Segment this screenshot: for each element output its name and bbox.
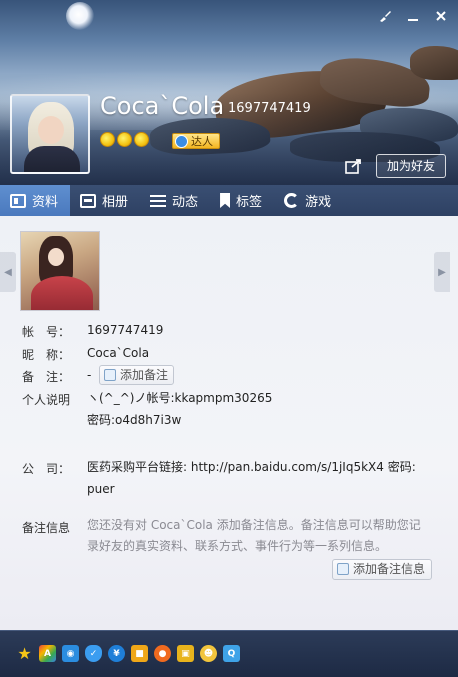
pet-icon[interactable]: ☻: [200, 645, 217, 662]
profile-nickname: Coca`Cola: [100, 92, 225, 120]
level-suns[interactable]: [100, 132, 149, 147]
expert-badge[interactable]: 达人: [172, 133, 220, 149]
profile-banner: Coca`Cola 1697747419 达人 加为好友: [0, 0, 458, 185]
badge-label: 达人: [191, 135, 213, 148]
share-button[interactable]: [343, 155, 365, 177]
account-value: 1697747419: [87, 323, 164, 337]
sun-icon: [117, 132, 132, 147]
add-note-button[interactable]: 添加备注信息: [332, 559, 433, 580]
share-icon: [345, 159, 361, 174]
nickname-value: Coca`Cola: [87, 346, 150, 360]
remark-value: -: [87, 368, 92, 382]
bottom-toolbar: ★ A ◉ ✓ ¥ ■ ● ▣ ☻ Q: [0, 630, 458, 677]
star-icon[interactable]: ★: [16, 644, 33, 663]
minimize-button[interactable]: [402, 6, 424, 26]
camera-icon[interactable]: ◉: [62, 645, 79, 662]
company-label: 公 司：: [22, 462, 71, 476]
app-icon[interactable]: A: [39, 645, 56, 662]
album-icon: [80, 193, 97, 208]
sun-icon: [100, 132, 115, 147]
signature-label: 个人说明: [22, 393, 71, 407]
tab-feed[interactable]: 动态: [140, 185, 210, 216]
tab-games[interactable]: 游戏: [274, 185, 343, 216]
company-value: 医药采购平台链接: http://pan.baidu.com/s/1jIq5kX…: [87, 460, 416, 496]
qq-show-icon[interactable]: Q: [223, 645, 240, 662]
profile-photo[interactable]: [20, 231, 100, 311]
orange-circle-icon[interactable]: ●: [154, 645, 171, 662]
account-label: 帐 号：: [22, 325, 71, 339]
prev-arrow-icon[interactable]: ◀: [0, 252, 16, 292]
qq-number: 1697747419: [228, 101, 311, 116]
add-friend-button[interactable]: 加为好友: [376, 154, 446, 178]
note-label: 备注信息: [22, 521, 71, 535]
profile-card-icon: [10, 193, 26, 208]
window-controls: [374, 6, 452, 26]
tab-profile[interactable]: 资料: [0, 185, 71, 216]
nickname-label: 昵 称：: [22, 348, 71, 362]
app-icons: ★ A ◉ ✓ ¥ ■ ● ▣ ☻ Q: [16, 644, 240, 663]
add-remark-button[interactable]: 添加备注: [99, 365, 175, 385]
profile-tabs: 资料 相册 动态 标签 游戏: [0, 185, 458, 216]
signature-value: ヽ(^_^)ノ帐号:kkapmpm30265 密码:o4d8h7i3w: [87, 391, 273, 427]
gift-icon[interactable]: ▣: [177, 645, 194, 662]
sun-icon: [134, 132, 149, 147]
feed-icon: [150, 194, 167, 208]
skin-brush-icon[interactable]: [374, 6, 396, 26]
game-icon: [284, 193, 300, 208]
profile-content: ◀ ▶ 帐 号： 1697747419 昵 称： Coca`Cola 备 注： …: [0, 216, 458, 630]
edit-icon: [104, 369, 116, 381]
avatar[interactable]: [10, 94, 90, 174]
close-button[interactable]: [430, 6, 452, 26]
book-icon[interactable]: ■: [131, 645, 148, 662]
tag-icon: [220, 193, 231, 208]
edit-icon: [337, 563, 349, 575]
badge-icon: [175, 135, 188, 148]
tab-tags[interactable]: 标签: [210, 185, 274, 216]
next-arrow-icon[interactable]: ▶: [434, 252, 450, 292]
shield-icon[interactable]: ✓: [85, 645, 102, 662]
note-value: 您还没有对 Coca`Cola 添加备注信息。备注信息可以帮助您记录好友的真实资…: [87, 518, 421, 553]
tab-album[interactable]: 相册: [70, 185, 140, 216]
remark-label: 备 注：: [22, 370, 71, 384]
pay-icon[interactable]: ¥: [108, 645, 125, 662]
